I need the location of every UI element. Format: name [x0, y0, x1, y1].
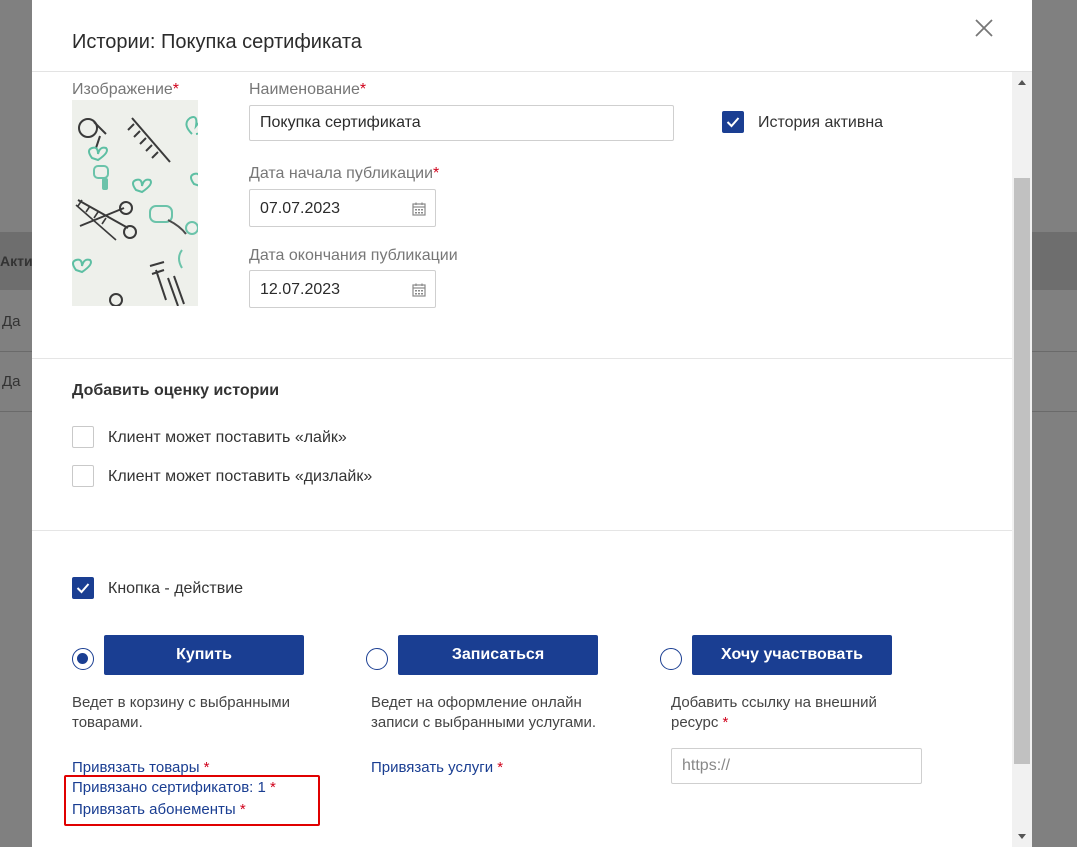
dislike-label: Клиент может поставить «дизлайк» [108, 468, 373, 485]
radio-selected-dot [77, 653, 88, 664]
section-divider [32, 358, 1012, 359]
scroll-down-arrow-icon[interactable] [1018, 834, 1026, 839]
name-label: Наименование* [249, 81, 367, 98]
start-date-value: 07.07.2023 [260, 200, 341, 217]
background-row-divider [0, 351, 32, 352]
background-row-divider [1032, 351, 1077, 352]
background-column-label: Акти [0, 253, 33, 269]
background-cell: Да [2, 373, 21, 390]
participate-button[interactable]: Хочу участвовать [692, 635, 892, 675]
checkmark-icon [726, 117, 740, 128]
like-checkbox[interactable] [72, 426, 94, 448]
action-button-label: Кнопка - действие [108, 580, 244, 597]
option-booking-radio[interactable] [366, 648, 388, 670]
highlight-annotation [64, 775, 320, 826]
buy-description: Ведет в корзину с выбранными товарами. [72, 694, 290, 731]
booking-button[interactable]: Записаться [398, 635, 598, 675]
action-button-checkbox[interactable] [72, 577, 94, 599]
option-participate-radio[interactable] [660, 648, 682, 670]
link-services[interactable]: Привязать услуги * [371, 759, 503, 776]
calendar-icon[interactable] [412, 283, 426, 297]
checkmark-icon [76, 583, 90, 594]
end-date-label: Дата окончания публикации [249, 247, 458, 264]
modal-title: Истории: Покупка сертификата [72, 31, 362, 53]
section-divider [32, 530, 1012, 531]
scroll-up-arrow-icon[interactable] [1018, 80, 1026, 85]
name-input[interactable] [249, 105, 674, 141]
background-row-divider [0, 411, 32, 412]
rating-section-title: Добавить оценку истории [72, 382, 280, 399]
modal-header: Истории: Покупка сертификата [32, 0, 1032, 72]
end-date-input[interactable]: 12.07.2023 [249, 270, 436, 308]
close-icon[interactable] [972, 16, 996, 40]
link-products[interactable]: Привязать товары * [72, 759, 210, 776]
like-label: Клиент может поставить «лайк» [108, 429, 347, 446]
end-date-value: 12.07.2023 [260, 281, 341, 298]
participate-description: Добавить ссылку на внешний ресурс * [671, 694, 877, 731]
story-active-label: История активна [758, 114, 884, 131]
external-url-input[interactable] [671, 748, 922, 784]
option-buy-radio[interactable] [72, 648, 94, 670]
start-date-label: Дата начала публикации* [249, 165, 440, 182]
story-image[interactable] [72, 100, 198, 306]
background-cell: Да [2, 313, 21, 330]
dislike-checkbox[interactable] [72, 465, 94, 487]
scrollbar[interactable] [1012, 72, 1032, 847]
booking-description: Ведет на оформление онлайн записи с выбр… [371, 694, 597, 731]
calendar-icon[interactable] [412, 202, 426, 216]
scroll-thumb[interactable] [1014, 178, 1030, 764]
story-modal: Истории: Покупка сертификата Изображение… [32, 0, 1032, 847]
buy-button[interactable]: Купить [104, 635, 304, 675]
start-date-input[interactable]: 07.07.2023 [249, 189, 436, 227]
image-label: Изображение* [72, 81, 180, 98]
story-active-checkbox[interactable] [722, 111, 744, 133]
background-row-divider [1032, 411, 1077, 412]
